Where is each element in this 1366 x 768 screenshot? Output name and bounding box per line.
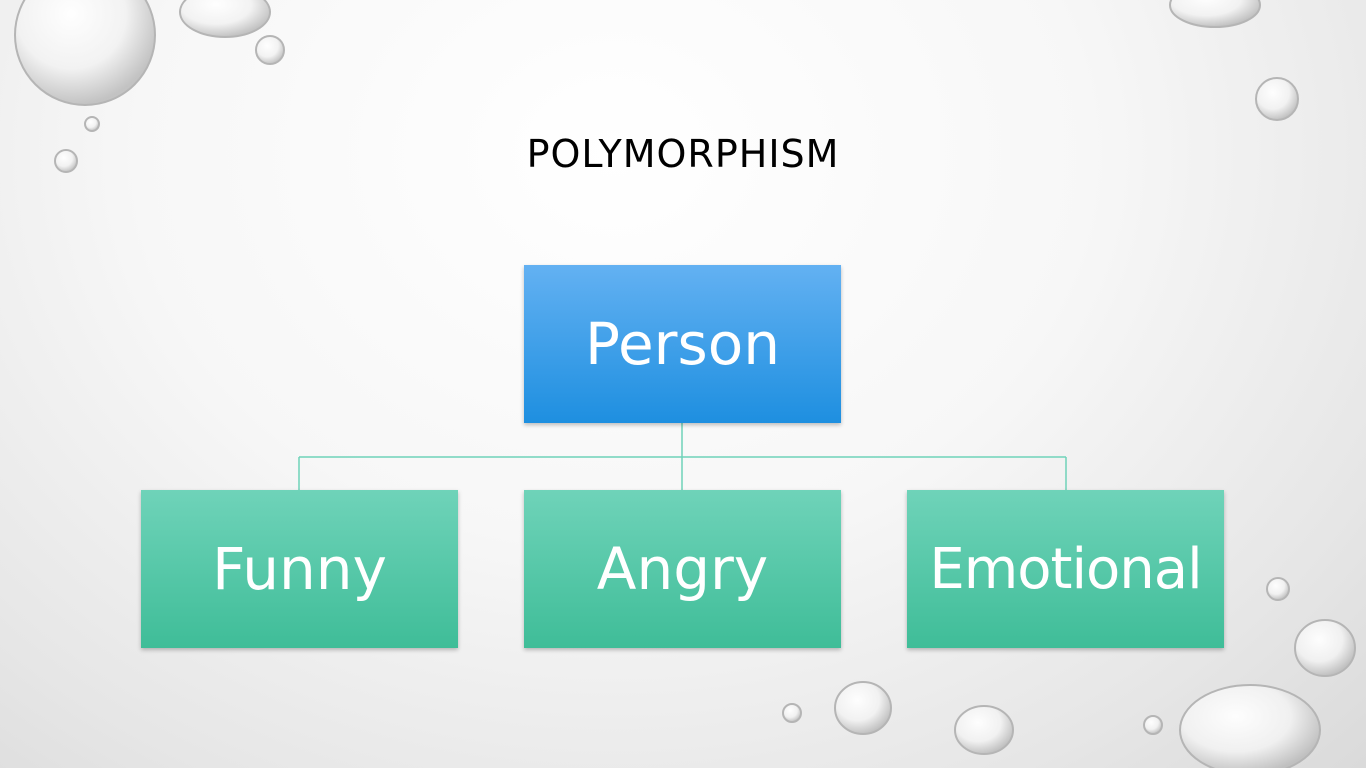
- node-emotional: Emotional: [907, 490, 1224, 648]
- node-person: Person: [524, 265, 841, 423]
- slide: POLYMORPHISM Person Funny Angry Emotiona…: [0, 0, 1366, 768]
- node-funny: Funny: [141, 490, 458, 648]
- node-angry: Angry: [524, 490, 841, 648]
